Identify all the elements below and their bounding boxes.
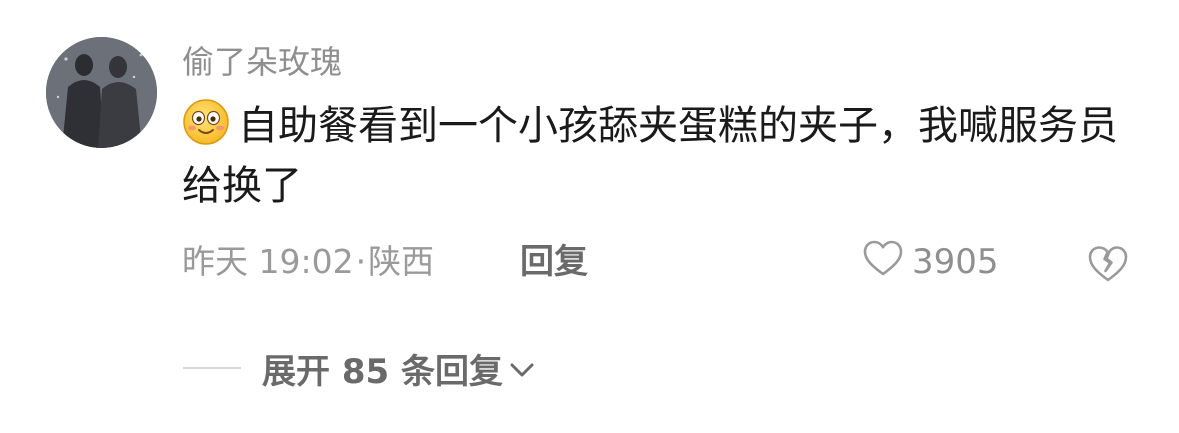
smiley-emoji-icon: [182, 98, 230, 146]
comment-time: 昨天 19:02: [182, 242, 354, 281]
meta-separator: ·: [355, 242, 367, 281]
expand-replies-button[interactable]: 展开 85 条回复: [262, 346, 535, 392]
broken-heart-icon: [1086, 246, 1130, 288]
expand-replies-label: 展开 85 条回复: [262, 351, 503, 392]
avatar-photo: [46, 37, 157, 148]
expand-divider: [183, 367, 241, 369]
comment-body: 自助餐看到一个小孩舔夹蛋糕的夹子，我喊服务员给换了: [182, 96, 1142, 216]
like-button[interactable]: 3905: [862, 240, 999, 284]
like-count: 3905: [912, 242, 999, 282]
comment-location: 陕西: [368, 242, 435, 281]
username[interactable]: 偷了朵玫瑰: [182, 40, 342, 84]
heart-outline-icon: [862, 239, 904, 286]
chevron-down-icon: [509, 348, 535, 388]
dislike-button[interactable]: [1086, 242, 1130, 284]
comment-text: 自助餐看到一个小孩舔夹蛋糕的夹子，我喊服务员给换了: [182, 103, 1118, 209]
comment-meta: 昨天 19:02·陕西: [182, 240, 434, 284]
avatar[interactable]: [46, 37, 157, 148]
reply-button[interactable]: 回复: [520, 240, 588, 284]
